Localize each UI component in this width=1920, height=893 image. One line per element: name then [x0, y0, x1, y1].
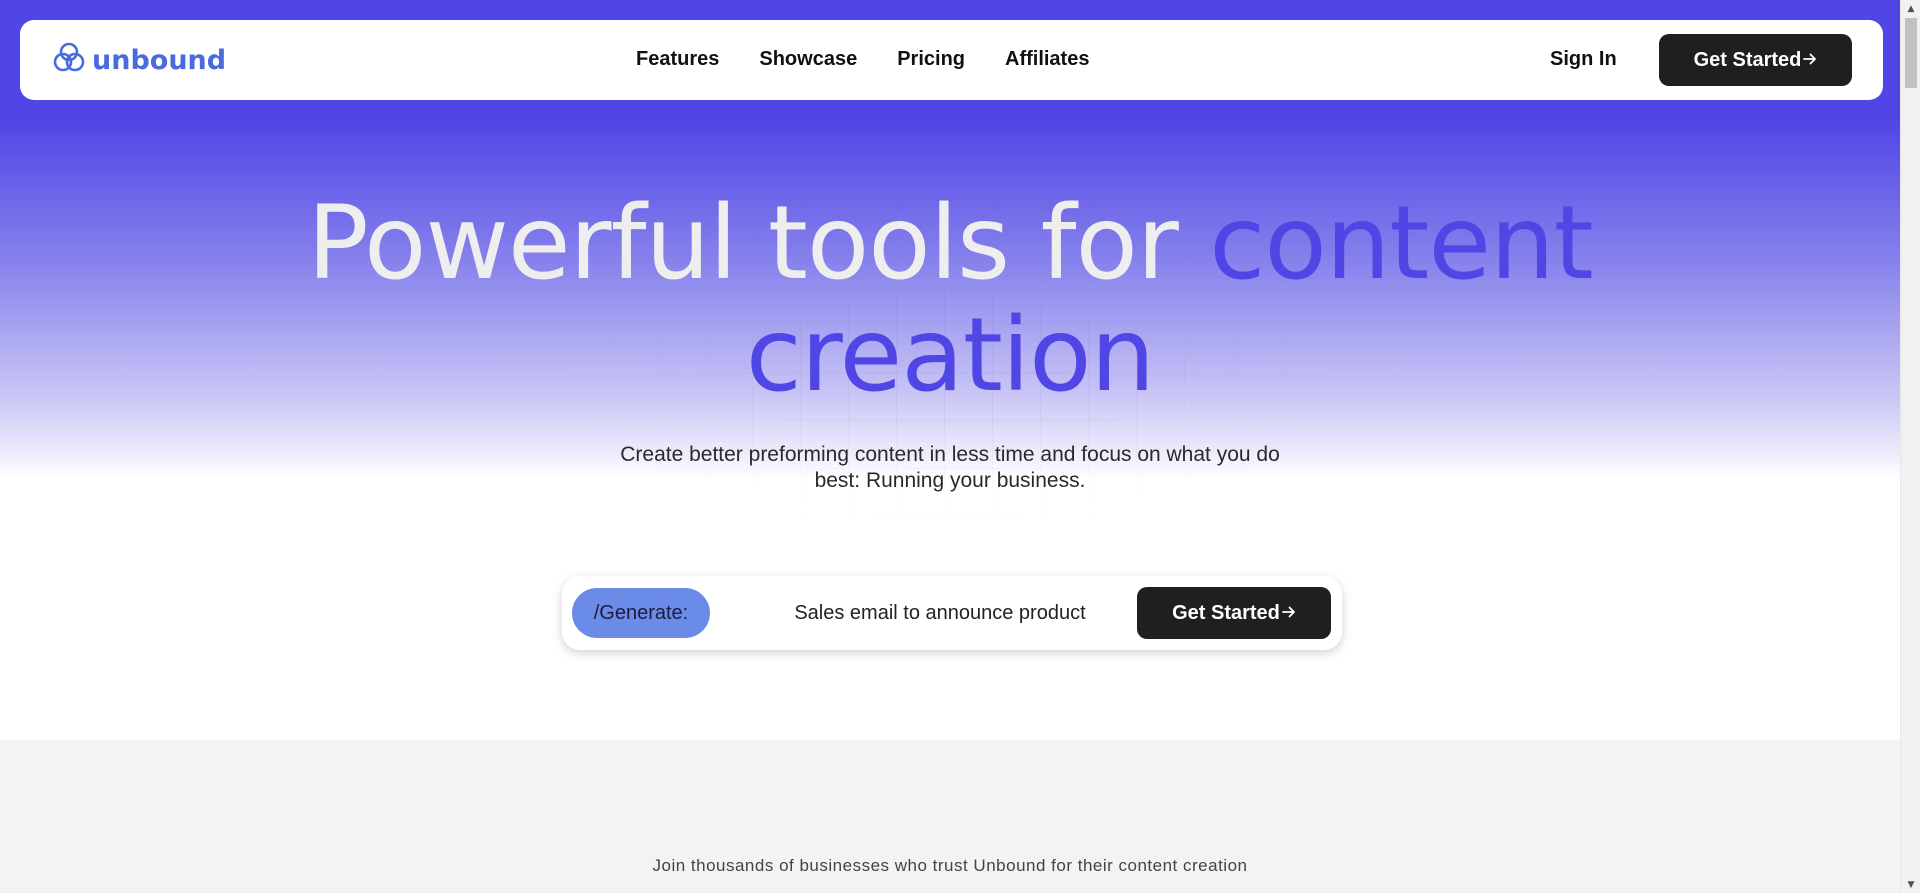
- top-navbar: unbound Features Showcase Pricing Affili…: [20, 20, 1883, 100]
- arrow-right-icon: [1282, 602, 1296, 625]
- headline-accent-creation: creation: [745, 296, 1155, 415]
- headline-plain: Powerful tools for: [307, 184, 1210, 303]
- hero-headline: Powerful tools for content creation: [0, 188, 1900, 412]
- generate-bar: /Generate: Get Started: [562, 576, 1342, 650]
- trust-text: Join thousands of businesses who trust U…: [652, 856, 1248, 875]
- scrollbar-thumb[interactable]: [1905, 18, 1917, 88]
- hero-section: Powerful tools for content creation Crea…: [0, 0, 1900, 740]
- page: Powerful tools for content creation Crea…: [0, 0, 1920, 893]
- nav-link-features[interactable]: Features: [636, 48, 719, 71]
- headline-accent-content: content: [1209, 184, 1594, 303]
- arrow-right-icon: [1803, 49, 1817, 72]
- brand-name: unbound: [92, 44, 227, 76]
- nav-cta-label: Get Started: [1693, 48, 1802, 71]
- nav-get-started-button[interactable]: Get Started: [1659, 34, 1852, 86]
- nav-link-pricing[interactable]: Pricing: [897, 48, 965, 71]
- nav-link-showcase[interactable]: Showcase: [759, 48, 857, 71]
- generate-input[interactable]: [730, 588, 1150, 638]
- generate-cta-label: Get Started: [1172, 601, 1280, 624]
- brand-logo[interactable]: unbound: [52, 42, 226, 78]
- hero-subtitle: Create better preforming content in less…: [620, 443, 1280, 492]
- nav-links: Features Showcase Pricing Affiliates: [636, 48, 1089, 71]
- scroll-down-icon[interactable]: ▼: [1901, 876, 1920, 893]
- sign-in-link[interactable]: Sign In: [1550, 48, 1617, 71]
- unbound-logo-icon: [52, 41, 86, 79]
- trust-section: Join thousands of businesses who trust U…: [0, 740, 1900, 893]
- nav-link-affiliates[interactable]: Affiliates: [1005, 48, 1089, 71]
- generate-get-started-button[interactable]: Get Started: [1137, 587, 1331, 639]
- page-scrollbar[interactable]: ▲ ▼: [1900, 0, 1920, 893]
- generate-pill: /Generate:: [572, 588, 710, 638]
- scroll-up-icon[interactable]: ▲: [1901, 0, 1920, 17]
